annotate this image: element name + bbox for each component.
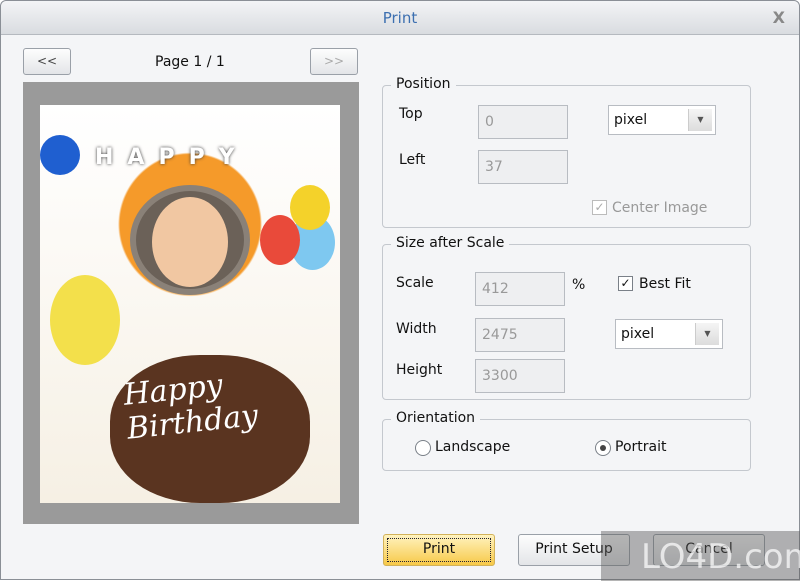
chevron-down-icon: ▼ bbox=[695, 323, 719, 345]
position-unit-select[interactable]: pixel ▼ bbox=[608, 105, 716, 135]
center-image-label: Center Image bbox=[612, 200, 708, 216]
banner-text: HAPPY bbox=[95, 145, 249, 170]
prev-page-button[interactable]: << bbox=[23, 48, 71, 75]
center-image-checkbox[interactable]: ✓ bbox=[592, 200, 607, 215]
left-label: Left bbox=[399, 152, 426, 168]
size-group-title: Size after Scale bbox=[391, 235, 510, 251]
page-indicator: Page 1 / 1 bbox=[155, 54, 225, 70]
top-input[interactable] bbox=[478, 105, 568, 139]
next-page-button[interactable]: >> bbox=[310, 48, 358, 75]
height-label: Height bbox=[396, 362, 443, 378]
orientation-group: Orientation Landscape Portrait bbox=[382, 410, 751, 471]
dialog-title: Print bbox=[382, 9, 418, 27]
width-input[interactable] bbox=[475, 318, 565, 352]
size-unit-select[interactable]: pixel ▼ bbox=[615, 319, 723, 349]
top-label: Top bbox=[399, 106, 423, 122]
cancel-button[interactable]: Cancel bbox=[653, 534, 765, 566]
position-group-title: Position bbox=[391, 76, 456, 92]
best-fit-checkbox[interactable]: ✓ bbox=[618, 276, 633, 291]
landscape-label: Landscape bbox=[435, 439, 511, 455]
scale-input[interactable] bbox=[475, 272, 565, 306]
width-label: Width bbox=[396, 321, 437, 337]
print-button[interactable]: Print bbox=[383, 534, 495, 566]
portrait-label: Portrait bbox=[615, 439, 667, 455]
percent-label: % bbox=[572, 277, 586, 293]
print-preview: HAPPY Happy Birthday bbox=[23, 82, 359, 524]
scale-label: Scale bbox=[396, 275, 434, 291]
best-fit-label: Best Fit bbox=[639, 276, 691, 292]
orientation-group-title: Orientation bbox=[391, 410, 481, 426]
size-group: Size after Scale Scale % ✓ Best Fit Widt… bbox=[382, 235, 751, 400]
chevron-down-icon: ▼ bbox=[688, 109, 712, 131]
landscape-radio[interactable] bbox=[415, 440, 431, 456]
left-input[interactable] bbox=[478, 150, 568, 184]
print-dialog: Print X << Page 1 / 1 >> HAPPY Happy Bir… bbox=[0, 0, 800, 581]
close-icon[interactable]: X bbox=[773, 8, 785, 27]
preview-image: HAPPY Happy Birthday bbox=[40, 105, 340, 503]
print-setup-button[interactable]: Print Setup bbox=[518, 534, 630, 566]
height-input[interactable] bbox=[475, 359, 565, 393]
portrait-radio[interactable] bbox=[595, 440, 611, 456]
title-bar: Print X bbox=[1, 1, 799, 35]
size-unit-value: pixel bbox=[621, 326, 655, 342]
position-group: Position Top pixel ▼ Left ✓ Center Image bbox=[382, 76, 751, 228]
position-unit-value: pixel bbox=[614, 112, 648, 128]
